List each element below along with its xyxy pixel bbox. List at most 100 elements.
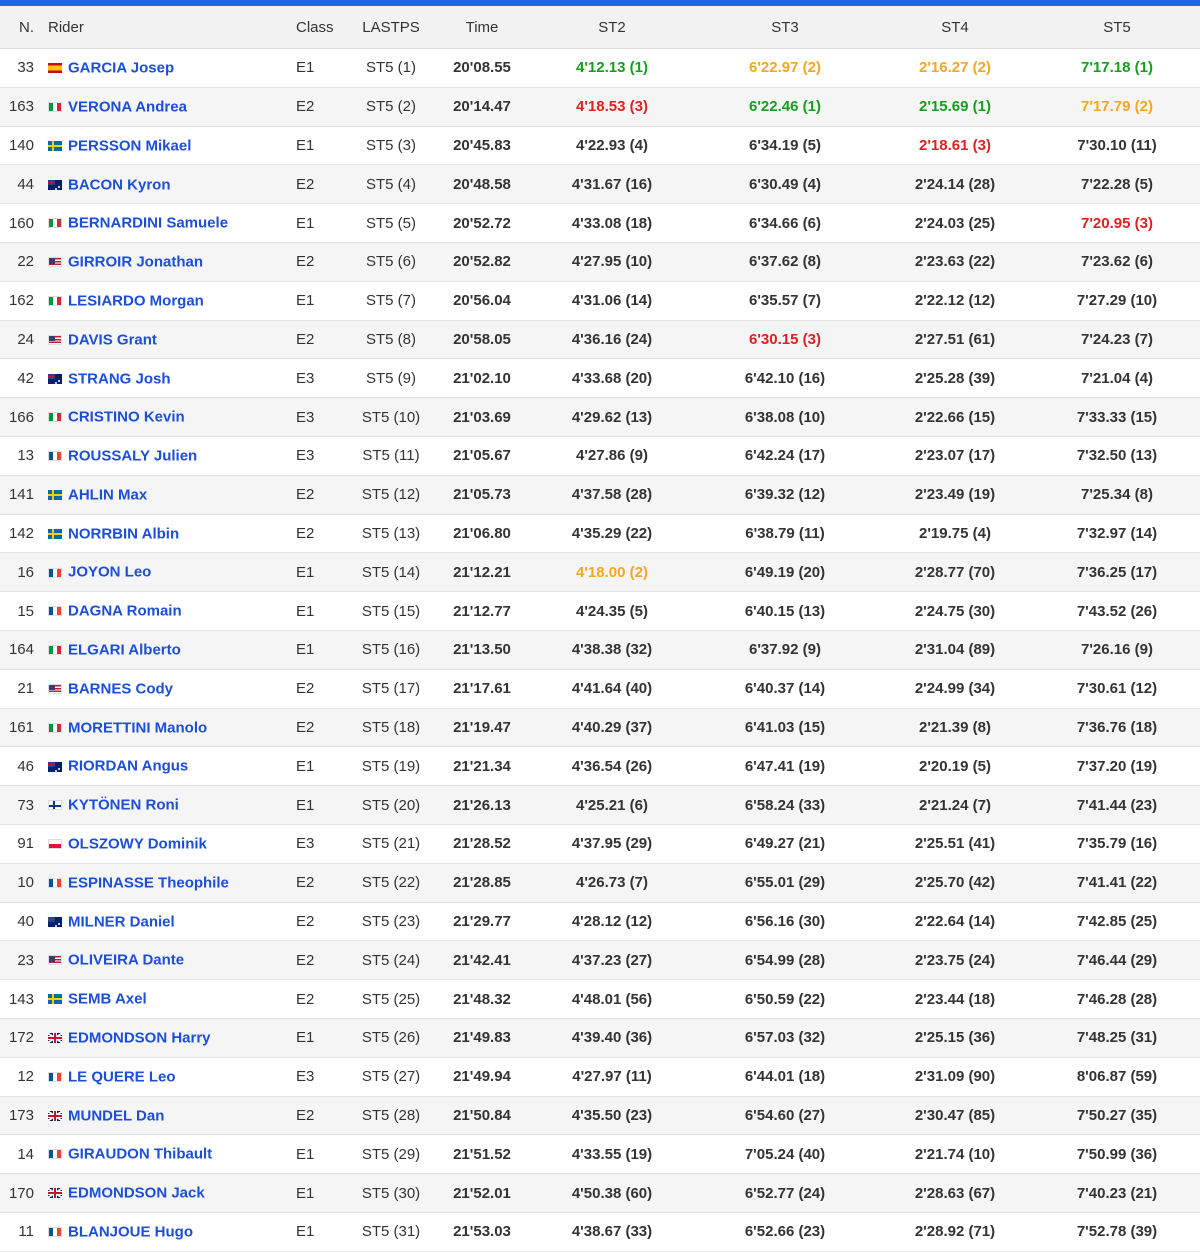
rider-number: 164 <box>0 630 48 670</box>
stage-2-time: 4'35.50 (23) <box>530 1096 694 1136</box>
rider-name-link[interactable]: ELGARI Alberto <box>68 642 181 659</box>
rider-name-link[interactable]: KYTÖNEN Roni <box>68 797 179 814</box>
rider-class: E1 <box>284 630 348 670</box>
header-st5[interactable]: ST5 <box>1034 6 1200 49</box>
total-time: 21'49.83 <box>434 1018 530 1058</box>
rider-name-link[interactable]: CRISTINO Kevin <box>68 409 185 426</box>
table-row[interactable]: 12 LE QUERE Leo E3 ST5 (27) 21'49.94 4'27.97 … <box>0 1057 1200 1097</box>
table-row[interactable]: 166 CRISTINO Kevin E3 ST5 (10) 21'03.69 4'29.… <box>0 397 1200 437</box>
rider-cell: VERONA Andrea <box>48 87 284 127</box>
rider-name-link[interactable]: LESIARDO Morgan <box>68 292 204 309</box>
table-row[interactable]: 140 PERSSON Mikael E1 ST5 (3) 20'45.83 4'22.9… <box>0 126 1200 166</box>
table-row[interactable]: 10 ESPINASSE Theophile E2 ST5 (22) 21'28.85 4… <box>0 863 1200 903</box>
header-st3[interactable]: ST3 <box>694 6 876 49</box>
rider-name-link[interactable]: BLANJOUE Hugo <box>68 1224 193 1241</box>
table-row[interactable]: 15 DAGNA Romain E1 ST5 (15) 21'12.77 4'24.35 … <box>0 591 1200 631</box>
rider-cell: LESIARDO Morgan <box>48 281 284 321</box>
rider-name-link[interactable]: LE QUERE Leo <box>68 1068 176 1085</box>
table-row[interactable]: 21 BARNES Cody E2 ST5 (17) 21'17.61 4'41.64 (… <box>0 669 1200 709</box>
header-rider[interactable]: Rider <box>48 6 284 49</box>
table-row[interactable]: 11 BLANJOUE Hugo E1 ST5 (31) 21'53.03 4'38.67… <box>0 1212 1200 1252</box>
table-row[interactable]: 33 GARCIA Josep E1 ST5 (1) 20'08.55 4'12.13 (… <box>0 48 1200 88</box>
rider-name-link[interactable]: AHLIN Max <box>68 486 147 503</box>
table-row[interactable]: 22 GIRROIR Jonathan E2 ST5 (6) 20'52.82 4'27.… <box>0 242 1200 282</box>
table-row[interactable]: 42 STRANG Josh E3 ST5 (9) 21'02.10 4'33.68 (2… <box>0 358 1200 399</box>
table-row[interactable]: 172 EDMONDSON Harry E1 ST5 (26) 21'49.83 4'39… <box>0 1018 1200 1058</box>
rider-name-link[interactable]: MILNER Daniel <box>68 913 175 930</box>
rider-name-link[interactable]: BERNARDINI Samuele <box>68 215 228 232</box>
rider-cell: NORRBIN Albin <box>48 514 284 554</box>
rider-number: 46 <box>0 746 48 787</box>
rider-name-link[interactable]: NORRBIN Albin <box>68 525 179 542</box>
table-row[interactable]: 44 BACON Kyron E2 ST5 (4) 20'48.58 4'31.67 (1… <box>0 164 1200 205</box>
rider-name-link[interactable]: ROUSSALY Julien <box>68 448 197 465</box>
stage-4-time: 2'24.14 (28) <box>876 164 1034 205</box>
table-row[interactable]: 163 VERONA Andrea E2 ST5 (2) 20'14.47 4'18.53… <box>0 87 1200 127</box>
rider-class: E2 <box>284 514 348 554</box>
rider-name-link[interactable]: OLIVEIRA Dante <box>68 952 184 969</box>
table-row[interactable]: 46 RIORDAN Angus E1 ST5 (19) 21'21.34 4'36.54… <box>0 746 1200 787</box>
table-row[interactable]: 14 GIRAUDON Thibault E1 ST5 (29) 21'51.52 4'3… <box>0 1134 1200 1175</box>
rider-name-link[interactable]: ESPINASSE Theophile <box>68 874 229 891</box>
last-stage: ST5 (19) <box>348 746 434 787</box>
rider-number: 172 <box>0 1018 48 1058</box>
stage-3-time: 6'57.03 (32) <box>694 1018 876 1058</box>
table-row[interactable]: 142 NORRBIN Albin E2 ST5 (13) 21'06.80 4'35.2… <box>0 514 1200 554</box>
rider-name-link[interactable]: RIORDAN Angus <box>68 758 188 775</box>
table-row[interactable]: 13 ROUSSALY Julien E3 ST5 (11) 21'05.67 4'27.… <box>0 436 1200 476</box>
header-time[interactable]: Time <box>434 6 530 49</box>
rider-name-link[interactable]: OLSZOWY Dominik <box>68 836 207 853</box>
rider-class: E1 <box>284 1212 348 1252</box>
rider-name-link[interactable]: MORETTINI Manolo <box>68 719 207 736</box>
header-st2[interactable]: ST2 <box>530 6 694 49</box>
flag-gb-icon <box>48 1110 62 1121</box>
header-lastps[interactable]: LASTPS <box>348 6 434 49</box>
rider-class: E1 <box>284 746 348 787</box>
stage-5-time: 7'30.10 (11) <box>1034 126 1200 166</box>
rider-name-link[interactable]: VERONA Andrea <box>68 98 187 115</box>
table-row[interactable]: 173 MUNDEL Dan E2 ST5 (28) 21'50.84 4'35.50 (… <box>0 1096 1200 1136</box>
table-row[interactable]: 91 OLSZOWY Dominik E3 ST5 (21) 21'28.52 4'37.… <box>0 824 1200 864</box>
rider-name-link[interactable]: DAGNA Romain <box>68 603 182 620</box>
table-row[interactable]: 16 JOYON Leo E1 ST5 (14) 21'12.21 4'18.00 (2)… <box>0 552 1200 593</box>
rider-name-link[interactable]: STRANG Josh <box>68 370 171 387</box>
results-body: 33 GARCIA Josep E1 ST5 (1) 20'08.55 4'12.13 (… <box>0 48 1200 1252</box>
table-row[interactable]: 40 MILNER Daniel E2 ST5 (23) 21'29.77 4'28.12… <box>0 902 1200 942</box>
header-class[interactable]: Class <box>284 6 348 49</box>
table-row[interactable]: 160 BERNARDINI Samuele E1 ST5 (5) 20'52.72 4'… <box>0 203 1200 243</box>
rider-class: E1 <box>284 1018 348 1058</box>
header-num[interactable]: N. <box>0 6 48 49</box>
stage-3-time: 6'49.27 (21) <box>694 824 876 864</box>
table-row[interactable]: 161 MORETTINI Manolo E2 ST5 (18) 21'19.47 4'4… <box>0 708 1200 748</box>
rider-name-link[interactable]: GARCIA Josep <box>68 60 174 77</box>
table-row[interactable]: 164 ELGARI Alberto E1 ST5 (16) 21'13.50 4'38.… <box>0 630 1200 670</box>
rider-name-link[interactable]: BACON Kyron <box>68 176 171 193</box>
stage-2-time: 4'31.67 (16) <box>530 164 694 205</box>
rider-name-link[interactable]: EDMONDSON Jack <box>68 1185 205 1202</box>
rider-name-link[interactable]: BARNES Cody <box>68 680 173 697</box>
table-row[interactable]: 162 LESIARDO Morgan E1 ST5 (7) 20'56.04 4'31.… <box>0 281 1200 321</box>
rider-name-link[interactable]: GIRAUDON Thibault <box>68 1146 212 1163</box>
flag-it-icon <box>48 101 62 112</box>
rider-name-link[interactable]: MUNDEL Dan <box>68 1107 164 1124</box>
rider-name-link[interactable]: SEMB Axel <box>68 991 147 1008</box>
rider-name-link[interactable]: GIRROIR Jonathan <box>68 254 203 271</box>
rider-cell: AHLIN Max <box>48 475 284 515</box>
table-row[interactable]: 170 EDMONDSON Jack E1 ST5 (30) 21'52.01 4'50.… <box>0 1173 1200 1213</box>
header-st4[interactable]: ST4 <box>876 6 1034 49</box>
table-row[interactable]: 141 AHLIN Max E2 ST5 (12) 21'05.73 4'37.58 (2… <box>0 475 1200 515</box>
table-row[interactable]: 143 SEMB Axel E2 ST5 (25) 21'48.32 4'48.01 (5… <box>0 979 1200 1019</box>
table-row[interactable]: 23 OLIVEIRA Dante E2 ST5 (24) 21'42.41 4'37.2… <box>0 940 1200 981</box>
rider-name-link[interactable]: JOYON Leo <box>68 564 151 581</box>
last-stage: ST5 (26) <box>348 1018 434 1058</box>
stage-3-time: 6'42.10 (16) <box>694 358 876 399</box>
last-stage: ST5 (6) <box>348 242 434 282</box>
rider-name-link[interactable]: PERSSON Mikael <box>68 137 191 154</box>
table-row[interactable]: 24 DAVIS Grant E2 ST5 (8) 20'58.05 4'36.16 (2… <box>0 320 1200 360</box>
rider-number: 23 <box>0 940 48 981</box>
stage-2-time: 4'48.01 (56) <box>530 979 694 1019</box>
rider-name-link[interactable]: DAVIS Grant <box>68 331 157 348</box>
rider-name-link[interactable]: EDMONDSON Harry <box>68 1030 211 1047</box>
table-row[interactable]: 73 KYTÖNEN Roni E1 ST5 (20) 21'26.13 4'25.21 … <box>0 785 1200 825</box>
stage-3-time: 6'47.41 (19) <box>694 746 876 787</box>
